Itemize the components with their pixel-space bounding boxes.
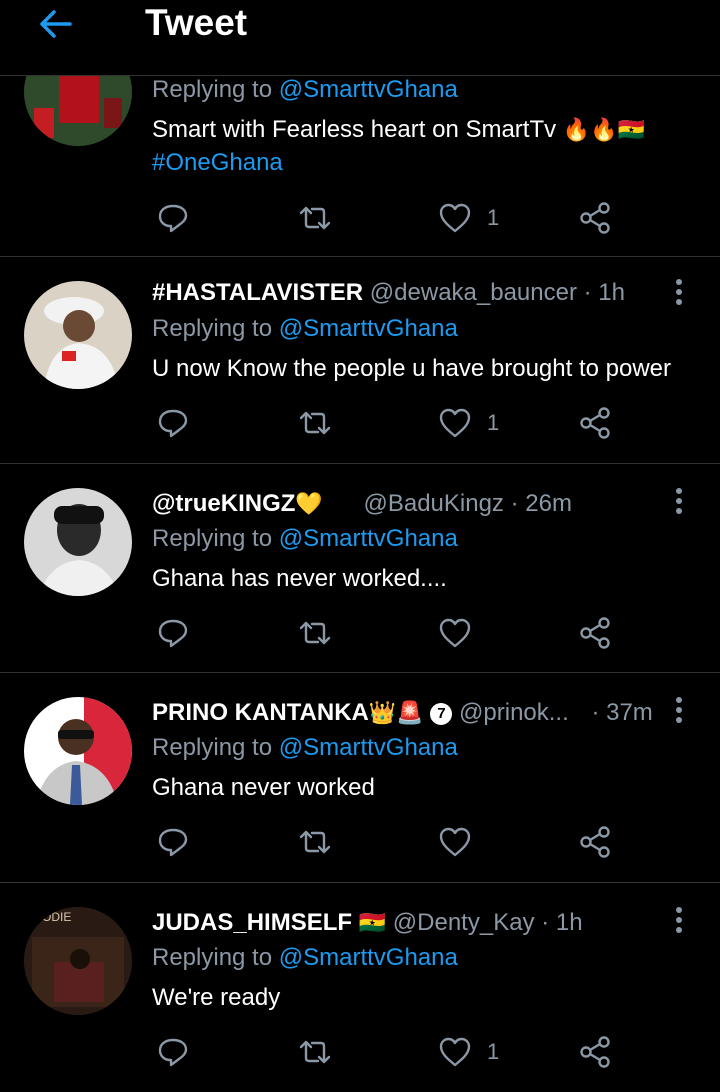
retweet-icon[interactable] xyxy=(297,615,333,651)
avatar[interactable] xyxy=(24,488,132,596)
name-emoji: 👑🚨 xyxy=(368,700,424,725)
display-name[interactable]: @trueKINGZ xyxy=(152,490,295,517)
tweet-actions: 1 xyxy=(0,403,720,443)
replying-to-handle[interactable]: @SmarttvGhana xyxy=(279,525,458,552)
display-name[interactable]: #HASTALAVISTER xyxy=(152,279,363,306)
avatar-image: KODIE xyxy=(24,907,132,1015)
like-icon[interactable] xyxy=(437,200,473,236)
retweet-icon[interactable] xyxy=(297,824,333,860)
tweet-actions xyxy=(0,613,720,653)
badge-icon: 7 xyxy=(430,703,453,725)
tweet-text: U now Know the people u have brought to … xyxy=(152,355,672,382)
more-options-icon[interactable] xyxy=(674,697,684,727)
tweet-text: Smart with Fearless heart on SmartTv xyxy=(152,116,557,143)
reply-tweet-3[interactable]: @trueKINGZ💛 @BaduKingz · 26m Replying to… xyxy=(0,464,720,672)
hashtag-link[interactable]: #OneGhana xyxy=(152,149,283,177)
replying-to-handle[interactable]: @SmarttvGhana xyxy=(279,76,458,103)
like-count: 1 xyxy=(487,410,500,435)
top-bar: Tweet xyxy=(0,0,720,76)
reply-tweet-2[interactable]: #HASTALAVISTER @dewaka_bauncer · 1h Repl… xyxy=(0,257,720,463)
share-icon[interactable] xyxy=(577,615,613,651)
name-emoji: 💛 xyxy=(295,491,323,516)
tweet-emojis: 🔥🔥🇬🇭 xyxy=(562,117,645,142)
replying-to-handle[interactable]: @SmarttvGhana xyxy=(279,734,458,761)
page-title: Tweet xyxy=(145,2,248,43)
retweet-icon[interactable] xyxy=(297,1034,333,1070)
retweet-icon[interactable] xyxy=(297,200,333,236)
avatar[interactable]: KODIE xyxy=(24,907,132,1015)
timestamp: · 37m xyxy=(591,699,653,726)
replying-to-label: Replying to xyxy=(152,315,273,342)
retweet-icon[interactable] xyxy=(297,405,333,441)
share-icon[interactable] xyxy=(577,1034,613,1070)
tweet-text: We're ready xyxy=(152,984,281,1011)
avatar[interactable] xyxy=(24,697,132,805)
reply-icon[interactable] xyxy=(155,405,191,441)
replying-to-label: Replying to xyxy=(152,734,273,761)
replying-to-label: Replying to xyxy=(152,944,273,971)
avatar-image xyxy=(24,281,132,389)
avatar[interactable] xyxy=(24,281,132,389)
more-options-icon[interactable] xyxy=(674,279,684,309)
user-handle[interactable]: @dewaka_bauncer xyxy=(370,279,577,306)
like-count: 1 xyxy=(487,1039,500,1064)
reply-icon[interactable] xyxy=(155,824,191,860)
avatar-image xyxy=(24,697,132,805)
more-options-icon[interactable] xyxy=(674,907,684,937)
reply-icon[interactable] xyxy=(155,615,191,651)
like-icon[interactable] xyxy=(437,405,473,441)
share-icon[interactable] xyxy=(577,200,613,236)
display-name[interactable]: PRINO KANTANKA xyxy=(152,699,369,726)
timestamp: · 26m xyxy=(510,490,572,517)
avatar-caption: KODIE xyxy=(34,910,71,924)
replying-to-label: Replying to xyxy=(152,525,273,552)
reply-icon[interactable] xyxy=(155,200,191,236)
tweet-text: Ghana has never worked.... xyxy=(152,565,447,592)
reply-tweet-5[interactable]: KODIE JUDAS_HIMSELF 🇬🇭 @Denty_Kay · 1h R… xyxy=(0,883,720,1092)
like-icon[interactable] xyxy=(437,824,473,860)
share-icon[interactable] xyxy=(577,824,613,860)
replying-to-label: Replying to xyxy=(152,76,273,103)
like-count: 1 xyxy=(487,205,500,230)
reply-icon[interactable] xyxy=(155,1034,191,1070)
tweet-actions: 1 xyxy=(0,198,720,238)
name-emoji: 🇬🇭 xyxy=(358,910,387,935)
more-options-icon[interactable] xyxy=(674,488,684,518)
user-handle[interactable]: @Denty_Kay xyxy=(393,909,535,936)
user-handle[interactable]: @BaduKingz xyxy=(363,490,503,517)
share-icon[interactable] xyxy=(577,405,613,441)
replying-to-handle[interactable]: @SmarttvGhana xyxy=(279,944,458,971)
tweet-actions xyxy=(0,822,720,862)
user-handle[interactable]: @prinok... xyxy=(459,699,569,726)
like-icon[interactable] xyxy=(437,615,473,651)
avatar-image xyxy=(24,488,132,596)
timestamp: · 1h xyxy=(583,279,625,306)
tweet-text: Ghana never worked xyxy=(152,774,375,801)
display-name[interactable]: JUDAS_HIMSELF xyxy=(152,909,352,936)
reply-tweet-4[interactable]: PRINO KANTANKA👑🚨 7 @prinok... · 37m Repl… xyxy=(0,673,720,882)
timestamp: · 1h xyxy=(541,909,583,936)
replying-to-handle[interactable]: @SmarttvGhana xyxy=(279,315,458,342)
like-icon[interactable] xyxy=(437,1034,473,1070)
back-arrow-icon[interactable] xyxy=(36,4,76,44)
tweet-actions: 1 xyxy=(0,1032,720,1072)
